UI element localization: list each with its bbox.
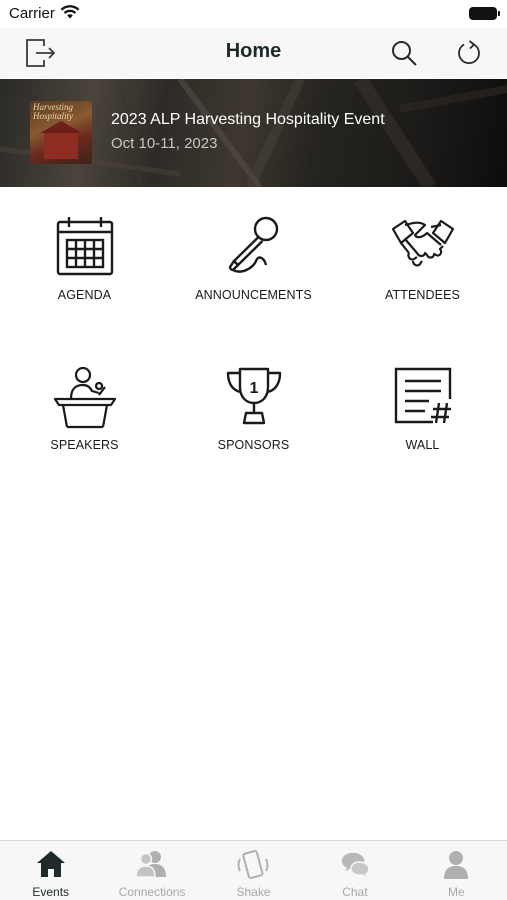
wifi-icon (60, 4, 80, 25)
agenda-tile[interactable]: AGENDA (0, 215, 169, 335)
sponsors-tile[interactable]: 1 SPONSORS (169, 365, 338, 485)
event-date: Oct 10-11, 2023 (111, 135, 218, 152)
handshake-icon (391, 219, 454, 267)
trophy-icon: 1 (226, 367, 281, 425)
microphone-icon (228, 216, 278, 273)
refresh-button[interactable] (452, 36, 486, 70)
attendees-tile[interactable]: ATTENDEES (338, 215, 507, 335)
calendar-icon (56, 217, 113, 276)
tile-label-speakers: SPEAKERS (50, 438, 119, 452)
hashtag-document-icon (394, 367, 451, 424)
svg-text:1: 1 (249, 380, 258, 397)
tab-label-shake: Shake (236, 885, 271, 899)
tab-shake[interactable]: Shake (203, 841, 304, 900)
navigation-bar: Home (0, 28, 507, 78)
refresh-icon (458, 40, 480, 65)
event-title: 2023 ALP Harvesting Hospitality Event (111, 111, 385, 128)
tab-label-chat: Chat (342, 885, 368, 899)
tab-chat[interactable]: Chat (304, 841, 405, 900)
phone-shake-icon (237, 850, 269, 879)
tab-me[interactable]: Me (406, 841, 507, 900)
tile-label-wall: WALL (405, 438, 440, 452)
speakers-tile[interactable]: SPEAKERS (0, 365, 169, 485)
tab-bar: Events Connections Shake Chat Me (0, 840, 507, 900)
battery-icon (469, 7, 500, 20)
tab-label-me: Me (447, 885, 465, 899)
tab-events[interactable]: Events (0, 841, 101, 900)
search-button[interactable] (387, 36, 421, 70)
event-banner[interactable]: Harvesting Hospitality 2023 ALP Harvestin… (0, 79, 507, 187)
people-icon (135, 851, 167, 878)
event-thumbnail-logo: Harvesting Hospitality (33, 102, 73, 121)
tab-label-connections: Connections (118, 885, 186, 899)
tile-label-attendees: ATTENDEES (385, 288, 460, 302)
tile-label-sponsors: SPONSORS (217, 438, 290, 452)
home-icon (36, 851, 65, 877)
chat-bubbles-icon (340, 851, 370, 878)
search-icon (392, 41, 417, 66)
carrier-label: Carrier (9, 5, 55, 22)
tile-label-announcements: ANNOUNCEMENTS (195, 288, 312, 302)
status-bar: Carrier (0, 0, 507, 28)
event-thumbnail: Harvesting Hospitality (30, 101, 92, 164)
person-icon (444, 851, 469, 879)
announcements-tile[interactable]: ANNOUNCEMENTS (169, 215, 338, 335)
page-title: Home (225, 40, 282, 62)
podium-speaker-icon (53, 366, 116, 429)
wall-tile[interactable]: WALL (338, 365, 507, 485)
barn-graphic (40, 121, 82, 159)
tab-label-events: Events (32, 885, 70, 899)
tile-label-agenda: AGENDA (57, 288, 112, 302)
tab-connections[interactable]: Connections (101, 841, 202, 900)
